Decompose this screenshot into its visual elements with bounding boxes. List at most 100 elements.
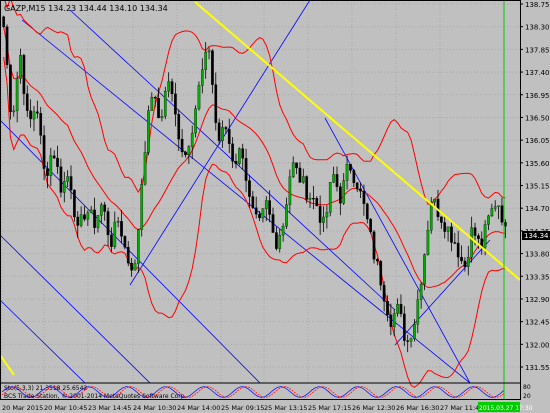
candle-body [281, 226, 285, 236]
candle-body [244, 158, 248, 181]
candle-body [126, 247, 130, 264]
price-tick-label: 135.15 [525, 183, 550, 191]
candle-body [133, 263, 137, 271]
candle-body [409, 338, 413, 342]
candle-body [493, 206, 497, 209]
candle-body [301, 176, 305, 183]
candle-body [392, 313, 396, 327]
price-tick-label: 133.35 [525, 273, 550, 281]
candle-body [113, 221, 117, 247]
candle-body [59, 166, 63, 193]
time-tick-label: 25 Mar 17:15 [308, 404, 351, 412]
candle-body [379, 260, 383, 286]
candle-body [315, 198, 319, 207]
channel-line[interactable] [0, 299, 86, 384]
candle-body [386, 301, 389, 316]
candle-body [254, 207, 258, 215]
candle-body [96, 215, 100, 228]
candle-body [490, 208, 494, 217]
bollinger-upper-line [4, 0, 506, 205]
candle-body [285, 204, 288, 227]
time-tick-label: 26 Mar 16:30 [396, 404, 439, 412]
candle-body [413, 324, 416, 339]
candle-body [278, 234, 282, 249]
time-tick-label: 20 Mar 2015 [2, 404, 43, 412]
candle-body [238, 148, 241, 164]
price-tick-label: 131.55 [525, 364, 550, 372]
candle-body [83, 214, 86, 220]
price-tick-label: 132.90 [525, 296, 550, 304]
yellow-trendline[interactable] [194, 1, 521, 281]
candle-body [305, 176, 309, 200]
candle-body [497, 205, 500, 207]
candle-body [36, 111, 39, 114]
candle-body [214, 84, 218, 123]
candle-body [362, 191, 366, 205]
candle-body [2, 16, 6, 28]
price-tick-label: 132.45 [525, 319, 550, 327]
candle-body [264, 200, 268, 209]
candle-body [345, 164, 349, 181]
candle-body [130, 262, 133, 271]
candle-body [295, 162, 298, 169]
candle-body [46, 168, 49, 176]
candle-body [365, 203, 369, 220]
candle-body [227, 128, 231, 144]
candle-body [184, 151, 187, 156]
channel-line[interactable] [129, 0, 311, 286]
candle-body [197, 85, 201, 109]
candle-body [466, 257, 470, 267]
copyright-text: BCS Trade Station, © 2001-2014 MetaQuote… [4, 393, 187, 400]
candle-body [221, 127, 224, 141]
candle-body [487, 215, 490, 225]
candle-body [372, 231, 376, 260]
candle-body [312, 197, 315, 200]
channel-line[interactable] [21, 19, 471, 384]
candle-body [359, 188, 362, 192]
candle-body [429, 201, 433, 231]
price-chart[interactable]: GAZP,M15 134.23 134.44 134.10 134.34 Sto… [0, 0, 550, 413]
time-axis: 20 Mar 2015 20 Mar 10:45 23 Mar 14:45 24 Ma… [2, 404, 483, 412]
candle-body [25, 93, 29, 111]
candle-body [369, 218, 372, 233]
candle-body [433, 198, 436, 203]
price-tick-label: 137.40 [525, 69, 550, 77]
candle-body [123, 236, 127, 248]
candle-body [116, 221, 120, 223]
candle-body [308, 197, 312, 200]
candle-body [402, 313, 406, 341]
candle-body [291, 162, 295, 178]
indicator-scale-bottom: 20 [523, 393, 531, 400]
current-time-label: 2015.03.27 17:30 [479, 405, 533, 412]
candle-body [89, 209, 93, 213]
candle-body [174, 93, 177, 115]
candle-body [190, 132, 194, 147]
candle-body [248, 180, 251, 197]
candle-body [86, 212, 90, 220]
price-tick-label: 138.30 [525, 24, 550, 32]
candle-body [352, 170, 356, 183]
candle-body [231, 143, 234, 162]
candle-body [443, 222, 447, 232]
candle-body [73, 189, 76, 218]
candle-body [406, 340, 410, 342]
candle-body [376, 259, 379, 262]
candle-body [103, 204, 107, 212]
bollinger-bands [3, 0, 506, 388]
time-tick-label: 24 Mar 14:00 [177, 404, 220, 412]
candle-body [140, 184, 144, 230]
chart-window[interactable]: GAZP,M15 134.23 134.44 134.10 134.34 Sto… [0, 0, 550, 413]
candle-body [42, 135, 46, 169]
channel-line[interactable] [394, 239, 491, 346]
candle-body [56, 157, 59, 167]
price-tick-label: 132.00 [525, 341, 550, 349]
candle-body [106, 211, 110, 236]
candle-body [9, 64, 12, 113]
candle-body [399, 304, 403, 315]
candle-body [163, 90, 167, 117]
candle-body [355, 182, 359, 189]
candle-body [147, 110, 150, 153]
price-tick-label: 136.50 [525, 114, 550, 122]
time-tick-label: 27 Mar 11:45 [440, 404, 483, 412]
candlesticks [2, 15, 507, 353]
